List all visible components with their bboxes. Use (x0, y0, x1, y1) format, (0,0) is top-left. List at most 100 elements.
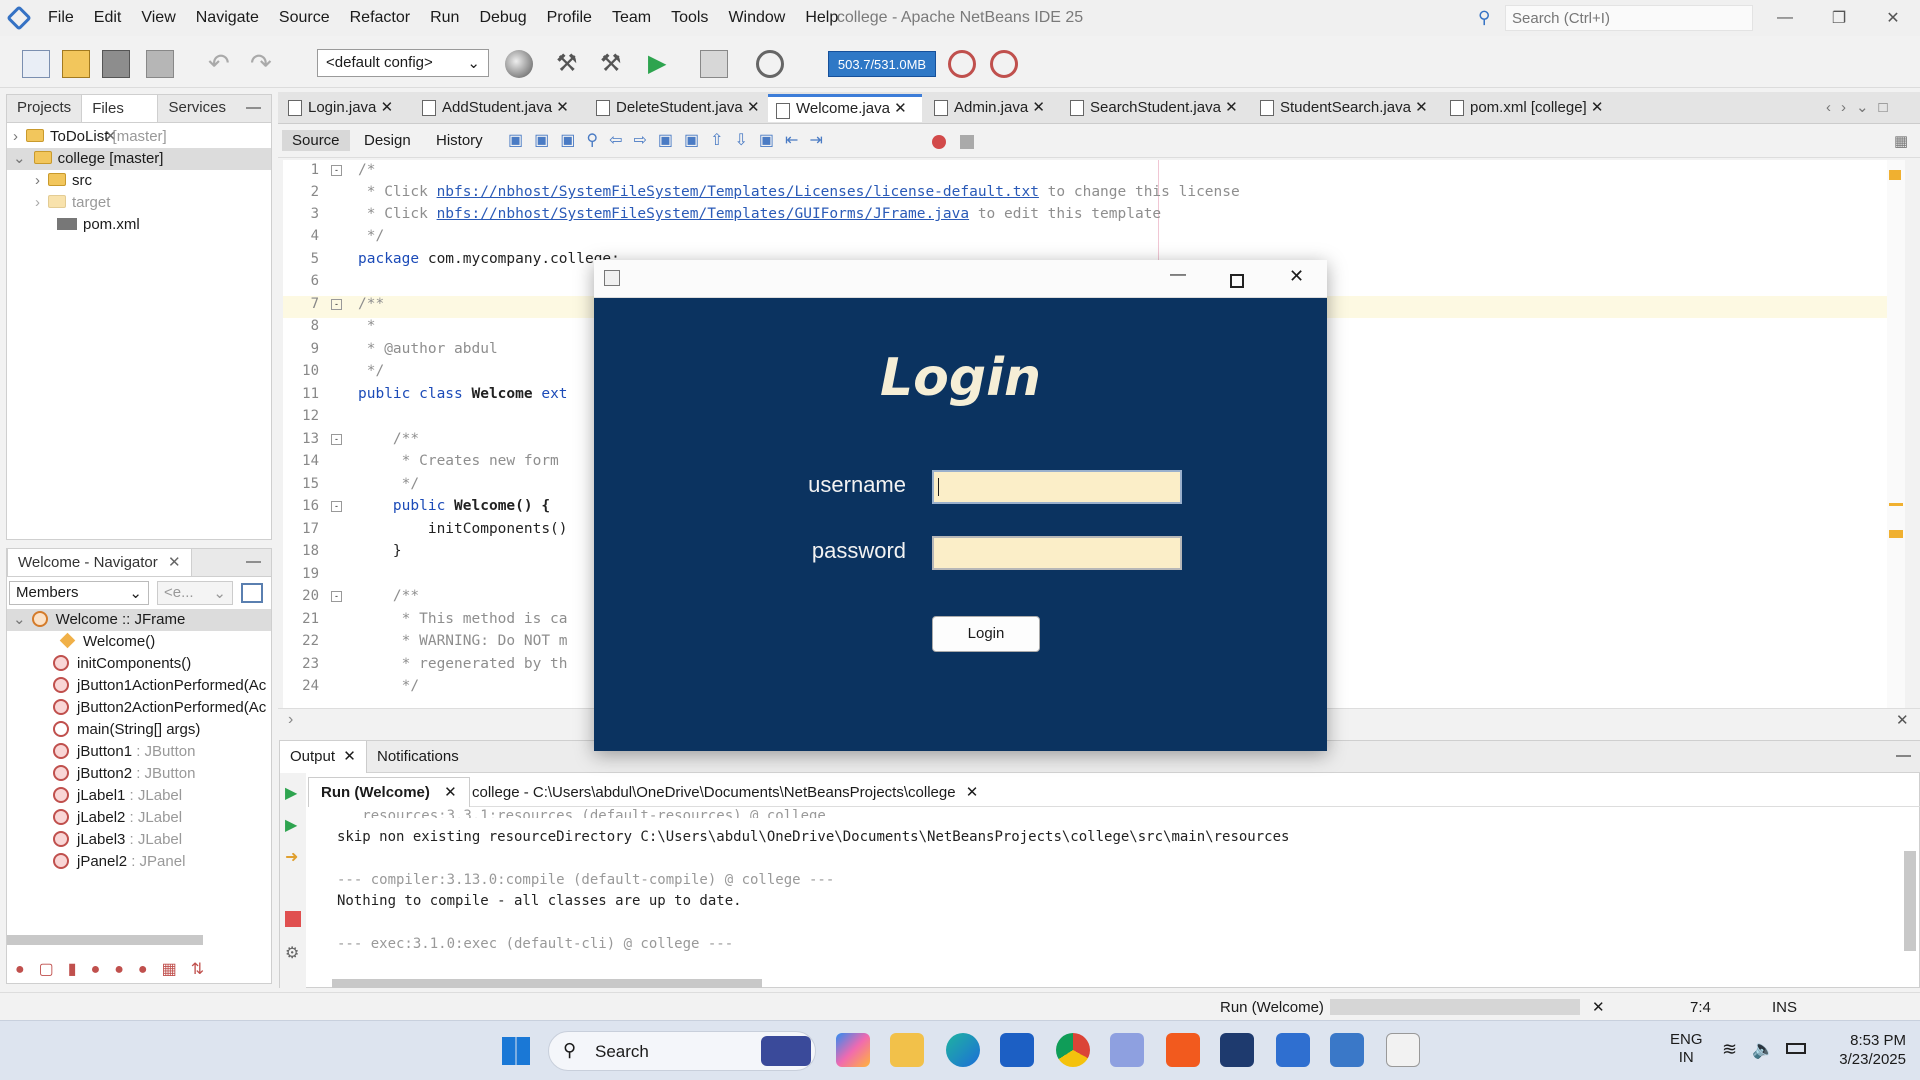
globe-icon[interactable] (505, 50, 533, 78)
vscode-like-icon[interactable] (1220, 1033, 1254, 1067)
close-icon[interactable]: ✕ (1225, 99, 1238, 116)
tab-searchstudent-java[interactable]: SearchStudent.java ✕ (1062, 94, 1254, 122)
quick-search-input[interactable]: Search (Ctrl+I) (1505, 5, 1753, 31)
close-icon[interactable]: ✕ (747, 99, 760, 116)
navigator-settings-icon[interactable] (241, 583, 263, 603)
collapse-icon[interactable]: ⌄ (13, 150, 26, 167)
close-button[interactable]: ✕ (1866, 0, 1920, 36)
expand-icon[interactable]: › (35, 172, 40, 189)
username-field[interactable] (932, 470, 1182, 504)
close-icon[interactable]: ✕ (894, 100, 907, 117)
minimize-panel-icon[interactable]: — (236, 94, 271, 122)
redo-icon[interactable]: ↷ (250, 50, 278, 78)
menu-file[interactable]: File (38, 0, 84, 36)
file-explorer-icon[interactable] (890, 1033, 924, 1067)
navigator-member[interactable]: jLabel1 : JLabel (7, 785, 271, 807)
password-field[interactable] (932, 536, 1182, 570)
tree-item-target[interactable]: › target (7, 192, 271, 214)
edge-icon[interactable] (946, 1033, 980, 1067)
close-icon[interactable]: ✕ (1032, 99, 1045, 116)
members-filter-select[interactable]: Members ⌄ (9, 581, 149, 605)
profile-icon[interactable] (756, 50, 784, 78)
collapse-icon[interactable]: ⌄ (13, 611, 26, 628)
tab-addstudent-java[interactable]: AddStudent.java ✕ (414, 94, 588, 122)
editor-toolbar-icons[interactable]: ▣▣▣⚲⇦⇨▣▣⇧⇩▣⇤⇥ (508, 130, 834, 150)
navigator-member[interactable]: jLabel3 : JLabel (7, 829, 271, 851)
code-link[interactable]: nbfs://nbhost/SystemFileSystem/Templates… (437, 184, 1039, 200)
tab-deletestudent-java[interactable]: DeleteStudent.java ✕ (588, 94, 768, 122)
cancel-task-icon[interactable]: ✕ (1592, 998, 1605, 1016)
gc-icon[interactable] (948, 50, 976, 78)
dialog-maximize-button[interactable] (1230, 274, 1244, 288)
navigator-member[interactable]: jButton2 : JButton (7, 763, 271, 785)
tab-pom-xml[interactable]: pom.xml [college] ✕ (1442, 94, 1630, 122)
fold-toggle-icon[interactable]: - (331, 165, 342, 176)
dialog-minimize-button[interactable]: — (1170, 266, 1186, 284)
clean-build-icon[interactable]: ⚒ (600, 50, 628, 78)
clock[interactable]: 8:53 PM 3/23/2025 (1820, 1031, 1906, 1069)
navigator-member[interactable]: jButton1ActionPerformed(Ac (7, 675, 271, 697)
menu-refactor[interactable]: Refactor (340, 0, 420, 36)
task-progress-bar[interactable] (1330, 999, 1580, 1015)
tree-item-college[interactable]: ⌄ college [master] (7, 148, 271, 170)
fold-toggle-icon[interactable]: - (331, 591, 342, 602)
close-icon[interactable]: ✕ (381, 99, 394, 116)
fold-toggle-icon[interactable]: - (331, 299, 342, 310)
tab-login-java[interactable]: Login.java ✕ (280, 94, 414, 122)
menu-window[interactable]: Window (718, 0, 795, 36)
split-editor-icon[interactable]: ▦ (1894, 132, 1908, 150)
tab-college-build[interactable]: college - C:\Users\abdul\OneDrive\Docume… (472, 783, 978, 801)
battery-icon[interactable] (1786, 1043, 1806, 1054)
copilot-icon[interactable] (836, 1033, 870, 1067)
tab-run-welcome[interactable]: Run (Welcome) ✕ (308, 777, 470, 807)
minimize-panel-icon[interactable]: — (236, 548, 271, 576)
change-mark[interactable] (1889, 503, 1903, 506)
tab-files[interactable]: Files ✕ (81, 94, 159, 145)
new-project-icon[interactable] (62, 50, 90, 78)
config-select[interactable]: <default config> ⌄ (317, 49, 489, 77)
tab-admin-java[interactable]: Admin.java ✕ (926, 94, 1062, 122)
close-icon[interactable]: ✕ (1591, 99, 1604, 116)
output-hscrollbar[interactable] (332, 979, 762, 988)
tab-notifications[interactable]: Notifications (377, 748, 459, 765)
menu-edit[interactable]: Edit (84, 0, 132, 36)
stop-macro-icon[interactable] (960, 135, 974, 149)
tree-item-todolist[interactable]: › ToDoList [master] (7, 126, 271, 148)
java-icon[interactable] (1386, 1033, 1420, 1067)
tree-item-src[interactable]: › src (7, 170, 271, 192)
undo-icon[interactable]: ↶ (208, 50, 236, 78)
scope-filter-select[interactable]: <e... ⌄ (157, 581, 233, 605)
taskbar-search[interactable]: ⚲ Search (548, 1031, 816, 1071)
build-icon[interactable]: ⚒ (556, 50, 584, 78)
login-button[interactable]: Login (932, 616, 1040, 652)
notepad-icon[interactable] (1276, 1033, 1310, 1067)
menu-profile[interactable]: Profile (537, 0, 602, 36)
tree-item-pom[interactable]: pom.xml (7, 214, 271, 236)
debug-icon[interactable] (700, 50, 728, 78)
menu-view[interactable]: View (131, 0, 185, 36)
menu-help[interactable]: Help (795, 0, 848, 36)
tab-studentsearch-java[interactable]: StudentSearch.java ✕ (1252, 94, 1444, 122)
volume-icon[interactable]: 🔈 (1752, 1039, 1774, 1060)
rerun-icon[interactable]: ▶ (285, 783, 297, 803)
navigator-member[interactable]: jLabel2 : JLabel (7, 807, 271, 829)
view-history[interactable]: History (436, 132, 483, 149)
navigator-root[interactable]: ⌄ Welcome :: JFrame (7, 609, 271, 631)
minimize-button[interactable]: — (1758, 0, 1812, 36)
editor-tab-controls[interactable]: ‹›⌄□ (1826, 98, 1898, 116)
fold-toggle-icon[interactable]: - (331, 501, 342, 512)
warning-mark[interactable] (1889, 170, 1901, 180)
navigator-member[interactable]: Welcome() (7, 631, 271, 653)
tab-navigator[interactable]: Welcome - Navigator ✕ (7, 548, 192, 576)
tab-output[interactable]: Output ✕ (280, 741, 367, 773)
record-macro-icon[interactable] (932, 135, 946, 149)
memory-usage[interactable]: 503.7/531.0MB (828, 51, 936, 77)
expand-icon[interactable]: › (13, 128, 18, 145)
view-design[interactable]: Design (364, 132, 411, 149)
menu-debug[interactable]: Debug (469, 0, 536, 36)
tab-projects[interactable]: Projects (7, 94, 81, 122)
windows-start-icon[interactable] (502, 1037, 530, 1065)
dialog-close-button[interactable]: ✕ (1289, 266, 1304, 287)
navigator-scrollbar[interactable] (7, 935, 203, 945)
close-icon[interactable]: ✕ (966, 784, 979, 801)
